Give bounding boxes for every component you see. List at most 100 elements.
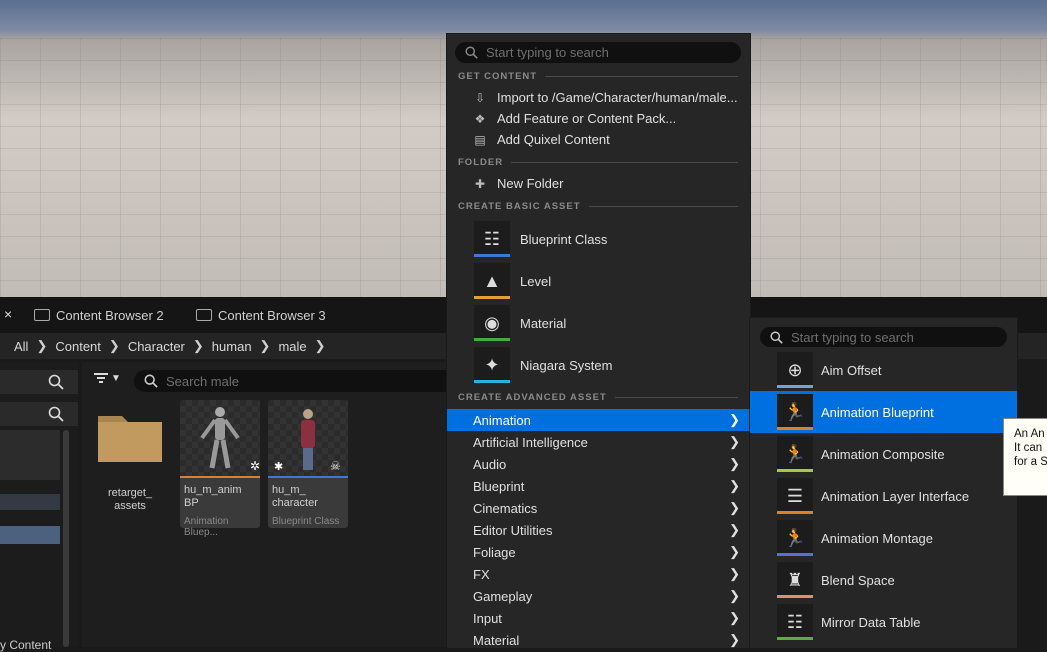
category-animation[interactable]: Animation ❯	[447, 409, 750, 431]
folder-retarget-assets[interactable]: retarget_ assets	[96, 408, 164, 513]
blueprint-class-icon: ☷	[474, 221, 510, 257]
menu-item-label: New Folder	[497, 176, 564, 191]
sources-search-row	[0, 370, 78, 394]
folder-icon	[98, 416, 162, 462]
breadcrumb-all[interactable]: All	[0, 339, 36, 354]
material-menu-item[interactable]: ◉ Material	[474, 305, 566, 341]
section-label: CREATE ADVANCED ASSET	[458, 392, 607, 403]
chevron-right-icon: ❯	[729, 588, 740, 603]
category-input[interactable]: Input ❯	[447, 607, 750, 629]
section-create-basic-asset: CREATE BASIC ASSET	[458, 201, 738, 212]
submenu-item-label: Animation Layer Interface	[821, 488, 970, 504]
folder-tree-item-selected[interactable]	[0, 526, 60, 544]
chevron-right-icon[interactable]: ❯	[109, 338, 120, 354]
asset-tooltip: An An It can for a S	[1003, 418, 1047, 496]
category-fx[interactable]: FX ❯	[447, 563, 750, 585]
category-gameplay[interactable]: Gameplay ❯	[447, 585, 750, 607]
add-quixel-menu-item[interactable]: ▤ Add Quixel Content	[473, 132, 610, 147]
asset-class: Blueprint Class	[272, 516, 340, 527]
layer-interface-icon: ☰	[777, 478, 813, 514]
breadcrumb-human[interactable]: human	[204, 339, 260, 354]
search-icon	[144, 374, 158, 388]
menu-item-label: Level	[520, 273, 552, 289]
blueprint-class-menu-item[interactable]: ☷ Blueprint Class	[474, 221, 607, 257]
scrollbar[interactable]	[63, 430, 69, 647]
chevron-right-icon: ❯	[729, 544, 740, 559]
breadcrumb-male[interactable]: male	[270, 339, 314, 354]
category-label: Editor Utilities	[473, 522, 553, 538]
aim-offset-icon: ⊕	[777, 352, 813, 388]
category-label: Input	[473, 610, 502, 626]
mirror-data-table-item[interactable]: ☷ Mirror Data Table	[750, 601, 1017, 643]
animation-layer-interface-item[interactable]: ☰ Animation Layer Interface	[750, 475, 1017, 517]
feature-pack-icon: ❖	[474, 111, 486, 126]
animation-submenu: Start typing to search ⊕ Aim Offset 🏃 An…	[749, 317, 1018, 649]
asset-search-input[interactable]: Search male	[134, 370, 464, 392]
asset-name: hu_m_anim BP	[184, 484, 242, 509]
category-editor-utilities[interactable]: Editor Utilities ❯	[447, 519, 750, 541]
category-label: Blueprint	[473, 478, 525, 494]
folder-tree-item[interactable]	[0, 430, 60, 480]
animation-composite-icon: 🏃	[777, 436, 813, 472]
chevron-right-icon[interactable]: ❯	[193, 338, 204, 354]
collections-search-row	[0, 402, 78, 426]
submenu-search-input[interactable]: Start typing to search	[760, 327, 1007, 347]
category-label: Material	[473, 632, 520, 648]
asset-tile-hu-m-animbp[interactable]: ✲ hu_m_anim BP Animation Bluep...	[180, 400, 260, 538]
tab-content-browser-2[interactable]: Content Browser 2	[34, 302, 164, 328]
filter-icon	[94, 373, 108, 383]
level-menu-item[interactable]: ▲ Level	[474, 263, 551, 299]
menu-item-label: Import to /Game/Character/human/male...	[497, 90, 738, 105]
menu-search-input[interactable]: Start typing to search	[455, 42, 741, 63]
asset-class: Animation Bluep...	[184, 516, 229, 538]
animation-composite-item[interactable]: 🏃 Animation Composite	[750, 433, 1017, 475]
blend-space-icon: ♜	[777, 562, 813, 598]
category-label: Artificial Intelligence	[473, 434, 588, 450]
search-placeholder: Search male	[166, 373, 239, 389]
filter-button[interactable]: ▼	[94, 372, 121, 384]
new-folder-menu-item[interactable]: ✚ New Folder	[473, 176, 564, 191]
character-icon: ✱ ☠	[274, 409, 341, 473]
category-blueprint[interactable]: Blueprint ❯	[447, 475, 750, 497]
animation-montage-icon: 🏃	[777, 520, 813, 556]
animation-blueprint-item[interactable]: 🏃 Animation Blueprint	[750, 391, 1017, 433]
asset-tile-hu-m-character[interactable]: ✱ ☠ hu_m_ character Blueprint Class	[268, 400, 348, 528]
add-feature-pack-menu-item[interactable]: ❖ Add Feature or Content Pack...	[473, 111, 677, 126]
mannequin-icon: ✲	[200, 407, 260, 473]
close-tab-icon[interactable]: ×	[4, 306, 12, 322]
breadcrumb-content[interactable]: Content	[47, 339, 109, 354]
tab-content-browser-3[interactable]: Content Browser 3	[196, 302, 326, 328]
search-placeholder: Start typing to search	[486, 45, 609, 60]
category-cinematics[interactable]: Cinematics ❯	[447, 497, 750, 519]
submenu-item-label: Aim Offset	[821, 362, 882, 378]
search-icon[interactable]	[48, 374, 64, 393]
chevron-right-icon[interactable]: ❯	[36, 338, 47, 354]
submenu-item-label: Mirror Data Table	[821, 614, 921, 630]
import-menu-item[interactable]: ⇩ Import to /Game/Character/human/male..…	[473, 90, 738, 105]
category-artificial-intelligence[interactable]: Artificial Intelligence ❯	[447, 431, 750, 453]
asset-name: hu_m_ character	[272, 484, 318, 509]
search-icon[interactable]	[48, 406, 64, 425]
submenu-item-label: Animation Blueprint	[821, 404, 934, 420]
menu-item-label: Add Quixel Content	[497, 132, 610, 147]
section-create-advanced-asset: CREATE ADVANCED ASSET	[458, 392, 738, 403]
category-label: Gameplay	[473, 588, 533, 604]
chevron-right-icon[interactable]: ❯	[260, 338, 271, 354]
animation-montage-item[interactable]: 🏃 Animation Montage	[750, 517, 1017, 559]
chevron-right-icon[interactable]: ❯	[315, 338, 326, 354]
folder-tree-item[interactable]	[0, 494, 60, 510]
breadcrumb-character[interactable]: Character	[120, 339, 193, 354]
tooltip-line: It can	[1014, 442, 1043, 454]
asset-thumbnail: ✱ ☠	[268, 400, 348, 476]
content-tree-label[interactable]: y Content	[0, 638, 51, 652]
category-foliage[interactable]: Foliage ❯	[447, 541, 750, 563]
menu-item-label: Material	[520, 315, 567, 331]
aim-offset-item[interactable]: ⊕ Aim Offset	[750, 349, 1017, 391]
blend-space-item[interactable]: ♜ Blend Space	[750, 559, 1017, 601]
category-audio[interactable]: Audio ❯	[447, 453, 750, 475]
category-material[interactable]: Material ❯	[447, 629, 750, 651]
niagara-system-menu-item[interactable]: ✦ Niagara System	[474, 347, 612, 383]
add-new-context-menu: Start typing to search GET CONTENT ⇩ Imp…	[446, 33, 751, 649]
new-folder-icon: ✚	[474, 176, 486, 191]
category-label: Animation	[473, 412, 531, 428]
